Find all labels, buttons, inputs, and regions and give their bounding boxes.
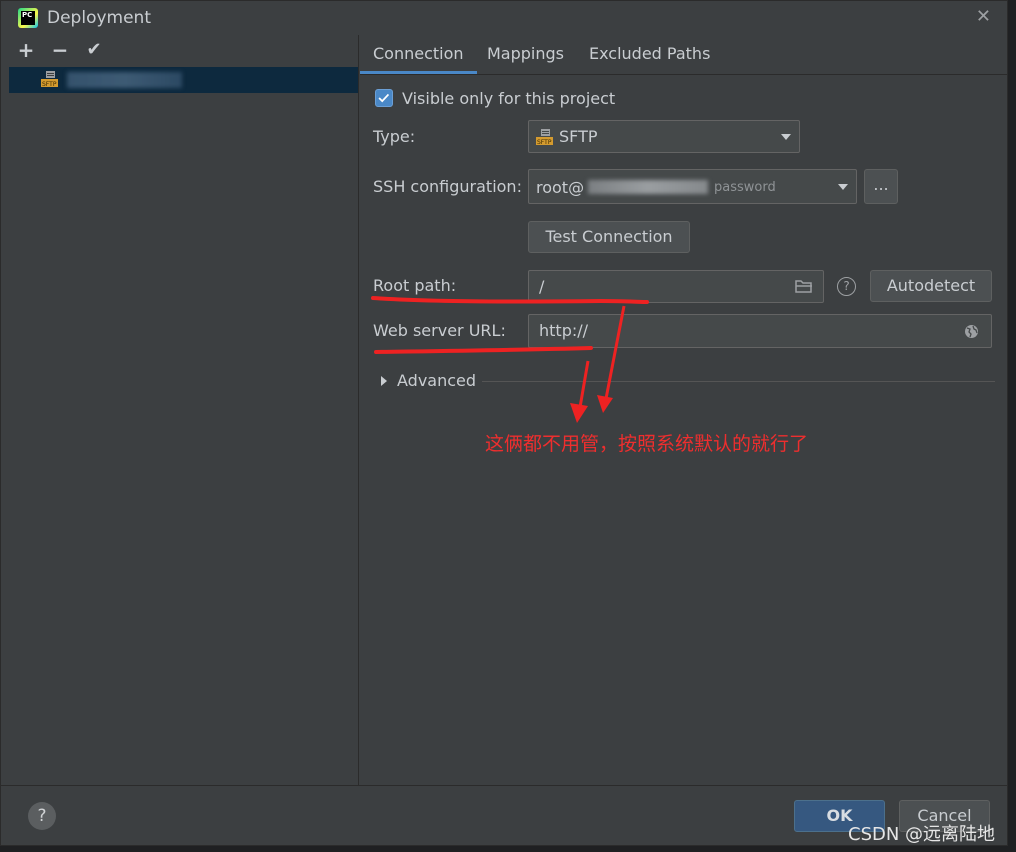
red-annotation-overlay (371, 296, 649, 423)
csdn-watermark: CSDN @远离陆地 (848, 824, 996, 845)
deployment-dialog: PC Deployment ✕ + − ✔ SFTP Connection Ma… (0, 0, 1008, 846)
help-button[interactable]: ? (28, 802, 56, 830)
annotation-note: 这俩都不用管，按照系统默认的就行了 (485, 433, 809, 455)
